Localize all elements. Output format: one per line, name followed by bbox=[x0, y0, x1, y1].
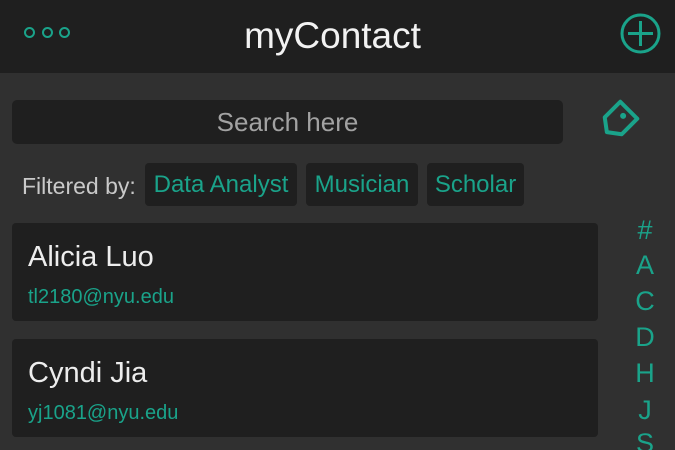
contact-name: Cyndi Jia bbox=[28, 357, 148, 389]
app-screen: myContact Filtered by: Data Analyst Musi… bbox=[0, 0, 675, 450]
filter-chip-data-analyst[interactable]: Data Analyst bbox=[145, 163, 297, 206]
filter-chip-musician[interactable]: Musician bbox=[306, 163, 418, 206]
tag-icon[interactable] bbox=[600, 97, 642, 139]
top-bar: myContact bbox=[0, 0, 675, 73]
contact-email[interactable]: tl2180@nyu.edu bbox=[28, 285, 174, 309]
filter-label: Filtered by: bbox=[22, 173, 136, 199]
index-letter[interactable]: D bbox=[620, 320, 670, 354]
app-title: myContact bbox=[244, 15, 421, 56]
index-letter[interactable]: # bbox=[620, 213, 670, 247]
search-input[interactable] bbox=[12, 100, 563, 144]
filter-chip-scholar[interactable]: Scholar bbox=[427, 163, 524, 206]
contact-card[interactable]: Cyndi Jia yj1081@nyu.edu bbox=[12, 339, 598, 437]
contact-card[interactable]: Alicia Luo tl2180@nyu.edu bbox=[12, 223, 598, 321]
contact-email[interactable]: yj1081@nyu.edu bbox=[28, 401, 178, 425]
add-circle-icon[interactable] bbox=[619, 12, 662, 55]
index-letter[interactable]: H bbox=[620, 356, 670, 390]
index-letter[interactable]: J bbox=[620, 393, 670, 427]
contact-name: Alicia Luo bbox=[28, 241, 154, 273]
index-letter[interactable]: S bbox=[620, 426, 670, 450]
index-letter[interactable]: C bbox=[620, 284, 670, 318]
index-letter[interactable]: A bbox=[620, 248, 670, 282]
